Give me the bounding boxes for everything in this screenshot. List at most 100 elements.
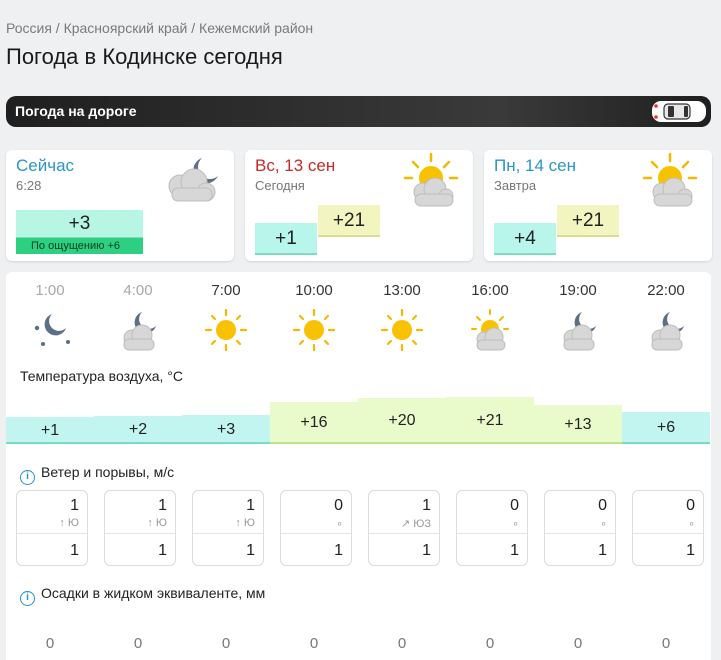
- hour-time: 7:00: [211, 282, 241, 299]
- hour-temperature: +2: [94, 416, 182, 444]
- current-time: 6:28: [16, 178, 42, 193]
- tomorrow-min-temp: +4: [494, 223, 556, 255]
- wind-gust: 1: [686, 542, 695, 559]
- hour-wind: 0 ∘ 1: [632, 490, 704, 566]
- wind-direction: ∘: [512, 518, 519, 530]
- wind-direction: ∘: [688, 518, 695, 530]
- tomorrow-title: Пн, 14 сен: [494, 156, 577, 175]
- hour-wind: 1 ↑ Ю 1: [16, 490, 88, 566]
- wind-gust: 1: [598, 542, 607, 559]
- hour-time: 16:00: [471, 282, 509, 299]
- hour-precipitation: 0: [45, 635, 55, 652]
- divider: [369, 533, 439, 534]
- wind-direction: ∘: [336, 518, 343, 530]
- wind-speed: 0: [598, 497, 607, 514]
- wind-speed: 0: [510, 497, 519, 514]
- hour-wind: 1 ↑ Ю 1: [104, 490, 176, 566]
- hour-precipitation: 0: [221, 635, 231, 652]
- wind-gust: 1: [510, 542, 519, 559]
- moon-cloud-icon: [622, 308, 710, 354]
- feels-like: По ощущению +6: [16, 238, 143, 254]
- moon-stars-icon: [6, 308, 94, 354]
- tomorrow-card[interactable]: Пн, 14 сен Завтра +4 +21: [484, 150, 712, 261]
- moon-cloud-icon: [94, 308, 182, 354]
- hourly-forecast: Температура воздуха, °C i Ветер и порывы,…: [6, 272, 711, 660]
- cloud-moon-icon: [168, 158, 218, 202]
- wind-speed: 1: [422, 497, 431, 514]
- hour-temperature: +1: [6, 417, 94, 444]
- wind-gust: 1: [422, 542, 431, 559]
- hour-time: 4:00: [123, 282, 153, 299]
- hour-wind: 0 ∘ 1: [280, 490, 352, 566]
- wind-gust: 1: [158, 542, 167, 559]
- hour-precipitation: 0: [309, 635, 319, 652]
- hour-precipitation: 0: [661, 635, 671, 652]
- divider: [633, 533, 703, 534]
- today-min-temp: +1: [255, 223, 317, 255]
- hour-time: 13:00: [383, 282, 421, 299]
- hour-temperature: +6: [622, 412, 710, 444]
- hour-temperature: +3: [182, 415, 270, 444]
- divider: [17, 533, 87, 534]
- hour-precipitation: 0: [133, 635, 143, 652]
- today-title: Вс, 13 сен: [255, 156, 336, 175]
- hour-wind: 1 ↗ ЮЗ 1: [368, 490, 440, 566]
- hour-precipitation: 0: [485, 635, 495, 652]
- wind-direction: ↑ Ю: [235, 517, 255, 529]
- hour-precipitation: 0: [397, 635, 407, 652]
- wind-direction: ↗ ЮЗ: [400, 518, 431, 530]
- moon-cloud-icon: [534, 308, 622, 354]
- hour-precipitation: 0: [573, 635, 583, 652]
- hour-temperature: +21: [446, 397, 534, 444]
- divider: [193, 533, 263, 534]
- car-icon: [652, 101, 706, 122]
- sun-cloud-icon: [446, 308, 534, 354]
- current-weather-card[interactable]: Сейчас 6:28 +3 По ощущению +6: [6, 150, 234, 261]
- info-icon[interactable]: i: [20, 591, 35, 606]
- today-max-temp: +21: [318, 205, 380, 237]
- hour-time: 1:00: [35, 282, 65, 299]
- wind-title-text: Ветер и порывы, м/с: [41, 464, 175, 480]
- wind-section-title: i Ветер и порывы, м/с: [20, 464, 174, 485]
- temperature-section-title: Температура воздуха, °C: [20, 368, 183, 384]
- hour-wind: 1 ↑ Ю 1: [192, 490, 264, 566]
- divider: [281, 533, 351, 534]
- precip-section-title: i Осадки в жидком эквиваленте, мм: [20, 585, 265, 606]
- wind-gust: 1: [246, 542, 255, 559]
- current-temperature: +3: [16, 210, 143, 238]
- sun-cloud-icon: [403, 152, 459, 207]
- hour-temperature: +16: [270, 402, 358, 444]
- breadcrumb[interactable]: Россия / Красноярский край / Кежемский р…: [6, 20, 313, 36]
- wind-direction: ↑ Ю: [59, 517, 79, 529]
- today-card[interactable]: Вс, 13 сен Сегодня +1 +21: [245, 150, 473, 261]
- hour-time: 19:00: [559, 282, 597, 299]
- wind-gust: 1: [70, 542, 79, 559]
- sun-icon: [270, 308, 358, 354]
- hour-temperature: +13: [534, 405, 622, 444]
- wind-speed: 1: [246, 497, 255, 514]
- today-subtitle: Сегодня: [255, 178, 305, 193]
- wind-speed: 0: [686, 497, 695, 514]
- wind-direction: ∘: [600, 518, 607, 530]
- wind-direction: ↑ Ю: [147, 517, 167, 529]
- wind-speed: 1: [158, 497, 167, 514]
- sun-icon: [358, 308, 446, 354]
- wind-speed: 1: [70, 497, 79, 514]
- current-title: Сейчас: [16, 156, 75, 175]
- hour-time: 10:00: [295, 282, 333, 299]
- tomorrow-subtitle: Завтра: [494, 178, 537, 193]
- hour-temperature: +20: [358, 398, 446, 444]
- wind-speed: 0: [334, 497, 343, 514]
- hour-time: 22:00: [647, 282, 685, 299]
- info-icon[interactable]: i: [20, 470, 35, 485]
- hour-wind: 0 ∘ 1: [456, 490, 528, 566]
- page-title: Погода в Кодинске сегодня: [6, 44, 283, 69]
- road-weather-label: Погода на дороге: [15, 103, 137, 119]
- precip-title-text: Осадки в жидком эквиваленте, мм: [41, 585, 266, 601]
- hour-wind: 0 ∘ 1: [544, 490, 616, 566]
- divider: [105, 533, 175, 534]
- road-weather-button[interactable]: Погода на дороге: [6, 96, 711, 127]
- wind-gust: 1: [334, 542, 343, 559]
- tomorrow-max-temp: +21: [557, 205, 619, 237]
- divider: [457, 533, 527, 534]
